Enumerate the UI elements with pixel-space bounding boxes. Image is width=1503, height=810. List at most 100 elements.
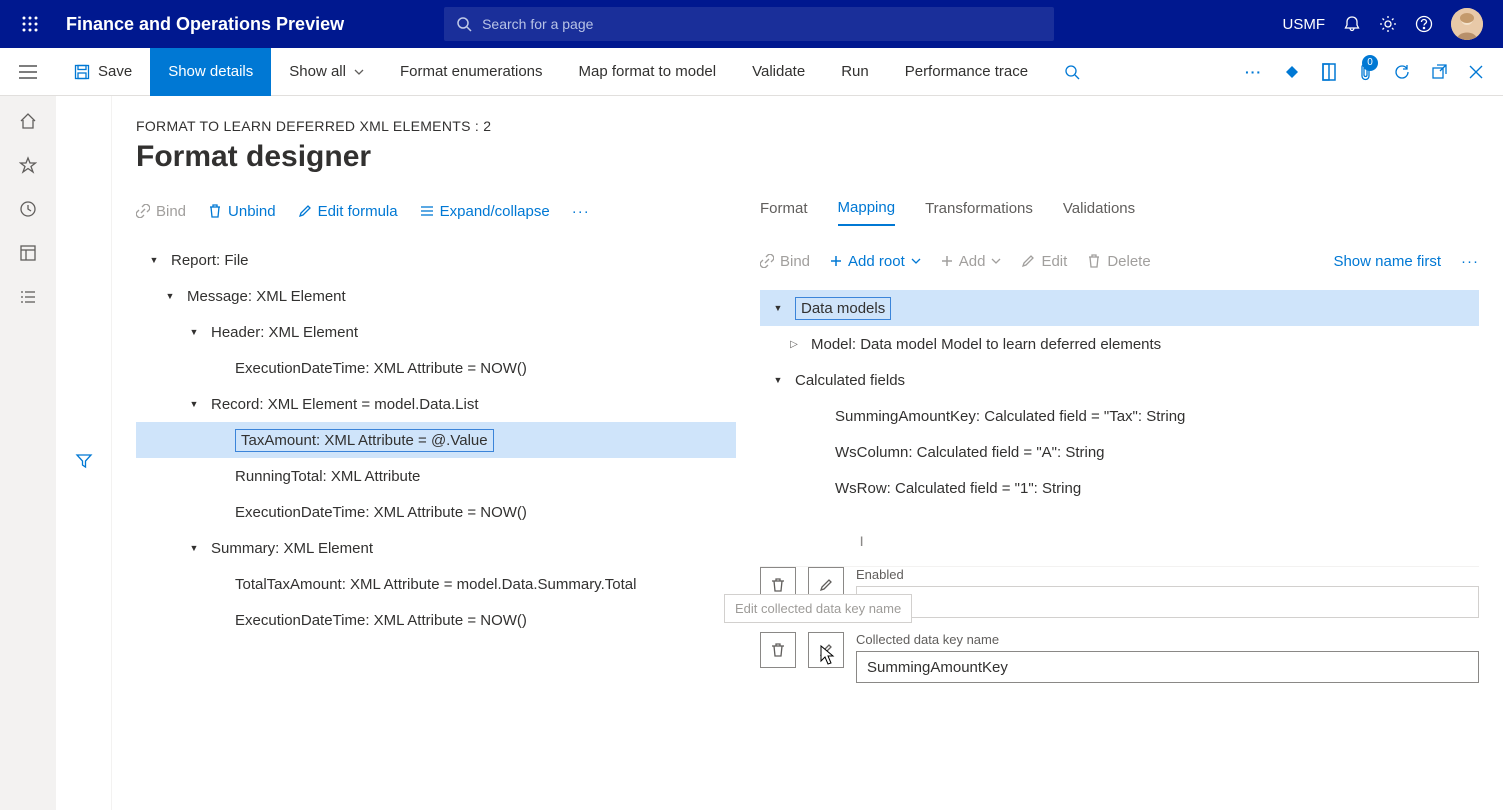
link-icon — [760, 254, 774, 268]
rt-node-calc-fields[interactable]: Calculated fields — [760, 362, 1479, 398]
rt-node-summing-key[interactable]: SummingAmountKey: Calculated field = "Ta… — [760, 398, 1479, 434]
tree-node-totaltax[interactable]: TotalTaxAmount: XML Attribute = model.Da… — [136, 566, 736, 602]
toggle-icon[interactable] — [771, 303, 785, 313]
app-title: Finance and Operations Preview — [66, 14, 344, 35]
format-enumerations-button[interactable]: Format enumerations — [382, 48, 561, 96]
waffle-menu[interactable] — [10, 0, 50, 48]
edit-keyname-button[interactable] — [808, 632, 844, 668]
more-icon[interactable]: ··· — [1245, 64, 1262, 80]
favorites-icon[interactable] — [19, 156, 37, 174]
show-details-button[interactable]: Show details — [150, 48, 271, 96]
performance-trace-button[interactable]: Performance trace — [887, 48, 1046, 96]
save-icon — [74, 64, 90, 80]
tree-node-summary-exec[interactable]: ExecutionDateTime: XML Attribute = NOW() — [136, 602, 736, 638]
edit-button[interactable]: Edit — [1021, 253, 1067, 270]
toggle-icon[interactable] — [147, 255, 161, 265]
gear-icon[interactable] — [1379, 15, 1397, 33]
company-picker[interactable]: USMF — [1283, 16, 1326, 33]
search-commands[interactable] — [1046, 48, 1098, 96]
enabled-label: Enabled — [856, 567, 1479, 582]
tree-node-report[interactable]: Report: File — [136, 242, 736, 278]
rt-more-button[interactable]: ··· — [1461, 253, 1479, 270]
attach-icon[interactable]: 0 — [1358, 63, 1372, 81]
list-icon — [420, 204, 434, 218]
search-placeholder: Search for a page — [482, 16, 593, 32]
tree-node-taxamount[interactable]: TaxAmount: XML Attribute = @.Value — [136, 422, 736, 458]
rt-node-model[interactable]: Model: Data model Model to learn deferre… — [760, 326, 1479, 362]
pencil-icon — [818, 577, 834, 593]
plus-icon — [941, 255, 953, 267]
map-format-button[interactable]: Map format to model — [561, 48, 735, 96]
plus-icon — [830, 255, 842, 267]
toggle-icon[interactable] — [163, 291, 177, 301]
breadcrumb: FORMAT TO LEARN DEFERRED XML ELEMENTS : … — [136, 118, 1479, 134]
help-icon[interactable] — [1415, 15, 1433, 33]
pencil-icon — [1021, 254, 1035, 268]
refresh-icon[interactable] — [1394, 64, 1410, 80]
edit-enabled-button[interactable] — [808, 567, 844, 603]
bell-icon[interactable] — [1343, 15, 1361, 33]
show-name-first-button[interactable]: Show name first — [1333, 253, 1441, 270]
rt-node-wscolumn[interactable]: WsColumn: Calculated field = "A": String — [760, 434, 1479, 470]
enabled-field[interactable] — [856, 586, 1479, 618]
tree-node-message[interactable]: Message: XML Element — [136, 278, 736, 314]
chevron-down-icon — [991, 258, 1001, 264]
tree-node-record-exec[interactable]: ExecutionDateTime: XML Attribute = NOW() — [136, 494, 736, 530]
delete-enabled-button[interactable] — [760, 567, 796, 603]
validate-button[interactable]: Validate — [734, 48, 823, 96]
options-icon[interactable] — [1284, 64, 1300, 80]
tree-node-header-exec[interactable]: ExecutionDateTime: XML Attribute = NOW() — [136, 350, 736, 386]
rt-bind-button[interactable]: Bind — [760, 253, 810, 270]
attach-count: 0 — [1362, 55, 1378, 71]
search-input[interactable]: Search for a page — [444, 7, 1054, 41]
add-button[interactable]: Add — [941, 253, 1002, 270]
trash-icon — [770, 577, 786, 593]
toggle-icon[interactable] — [187, 399, 201, 409]
nav-toggle[interactable] — [0, 48, 56, 96]
tab-transformations[interactable]: Transformations — [925, 200, 1033, 225]
page-title: Format designer — [136, 140, 1479, 174]
add-root-button[interactable]: Add root — [830, 253, 921, 270]
expand-collapse-button[interactable]: Expand/collapse — [420, 203, 550, 220]
run-button[interactable]: Run — [823, 48, 887, 96]
avatar[interactable] — [1451, 8, 1483, 40]
search-icon — [456, 16, 472, 32]
keyname-field[interactable]: SummingAmountKey — [856, 651, 1479, 683]
bind-button[interactable]: Bind — [136, 203, 186, 220]
edit-formula-button[interactable]: Edit formula — [298, 203, 398, 220]
rt-node-data-models[interactable]: Data models — [760, 290, 1479, 326]
save-button[interactable]: Save — [56, 48, 150, 96]
delete-button[interactable]: Delete — [1087, 253, 1150, 270]
tree-node-header[interactable]: Header: XML Element — [136, 314, 736, 350]
keyname-label: Collected data key name — [856, 632, 1479, 647]
tab-format[interactable]: Format — [760, 200, 808, 225]
modules-icon[interactable] — [19, 288, 37, 306]
pencil-icon — [818, 642, 834, 658]
toggle-icon[interactable] — [187, 543, 201, 553]
rt-node-wsrow[interactable]: WsRow: Calculated field = "1": String — [760, 470, 1479, 506]
toggle-icon[interactable] — [187, 327, 201, 337]
home-icon[interactable] — [19, 112, 37, 130]
trash-icon — [1087, 254, 1101, 268]
popout-icon[interactable] — [1432, 64, 1447, 79]
pencil-icon — [298, 204, 312, 218]
tab-validations[interactable]: Validations — [1063, 200, 1135, 225]
recent-icon[interactable] — [19, 200, 37, 218]
search-icon — [1064, 64, 1080, 80]
close-icon[interactable] — [1469, 65, 1483, 79]
splitter-handle[interactable]: || — [860, 536, 861, 547]
delete-keyname-button[interactable] — [760, 632, 796, 668]
tree-node-runningtotal[interactable]: RunningTotal: XML Attribute — [136, 458, 736, 494]
tree-node-summary[interactable]: Summary: XML Element — [136, 530, 736, 566]
chevron-down-icon — [354, 69, 364, 75]
toggle-icon[interactable] — [787, 339, 801, 350]
unbind-button[interactable]: Unbind — [208, 203, 276, 220]
tree-node-record[interactable]: Record: XML Element = model.Data.List — [136, 386, 736, 422]
filter-icon[interactable] — [75, 112, 93, 810]
toggle-icon[interactable] — [771, 375, 785, 385]
workspaces-icon[interactable] — [19, 244, 37, 262]
tab-mapping[interactable]: Mapping — [838, 199, 896, 226]
office-icon[interactable] — [1322, 63, 1336, 81]
more-button[interactable]: ··· — [572, 203, 590, 220]
show-all-button[interactable]: Show all — [271, 48, 382, 96]
